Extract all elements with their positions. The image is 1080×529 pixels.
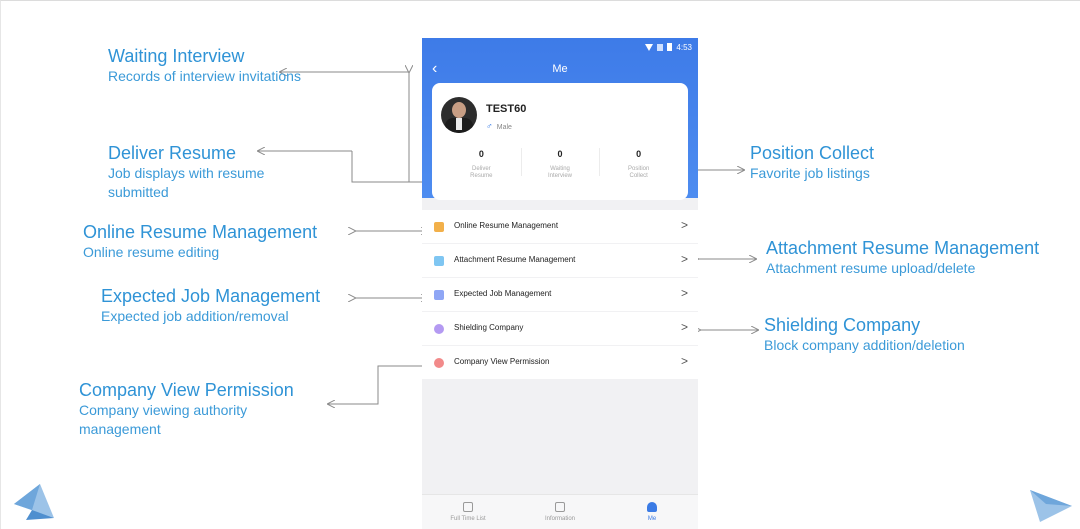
page-title: Me	[552, 63, 568, 75]
menu-item-label: Expected Job Management	[454, 289, 552, 298]
stat-label-line2: Interview	[548, 173, 573, 179]
annotation-desc: Online resume editing	[83, 244, 220, 260]
annotation-title: Deliver Resume	[108, 143, 237, 163]
stat-label-line2: Resume	[470, 173, 493, 179]
bottom-tab-bar: Full Time List Information Me	[422, 494, 698, 529]
annotation-desc: Favorite job listings	[750, 165, 870, 181]
annotation-title: Company View Permission	[79, 380, 294, 400]
stat-label-line1: Waiting	[550, 166, 570, 172]
annotation-deliver-resume: Deliver Resume Job displays with resume …	[108, 143, 308, 202]
menu-item-online-resume[interactable]: Online Resume Management >	[422, 210, 698, 244]
tab-me[interactable]: Me	[606, 495, 698, 529]
annotation-desc: Records of interview invitations	[108, 68, 301, 84]
annotation-shielding-company: Shielding Company Block company addition…	[764, 315, 1014, 355]
annotation-desc: Attachment resume upload/delete	[766, 260, 976, 276]
signal-icon	[657, 43, 664, 51]
phone-screen: 4:53 ‹ Me TEST60 ♂ Male 0 Deliver Resume …	[422, 38, 698, 529]
chevron-right-icon: >	[680, 218, 688, 232]
profile-card: TEST60 ♂ Male 0 Deliver Resume 0 Waiting …	[432, 83, 688, 200]
stat-label-line1: Deliver	[472, 166, 491, 172]
document-icon	[434, 222, 444, 232]
annotation-title: Attachment Resume Management	[766, 238, 1040, 258]
stat-waiting-interview[interactable]: 0 Waiting Interview	[520, 146, 600, 180]
menu-item-company-view[interactable]: Company View Permission >	[422, 346, 698, 380]
attachment-icon	[434, 256, 444, 266]
annotation-attachment-resume: Attachment Resume Management Attachment …	[766, 238, 1076, 278]
stat-position-collect[interactable]: 0 Position Collect	[599, 146, 678, 180]
male-icon: ♂	[486, 121, 493, 131]
chevron-right-icon: >	[680, 286, 688, 300]
chevron-right-icon: >	[680, 320, 688, 334]
chevron-right-icon: >	[680, 354, 688, 368]
gender-label: Male	[496, 124, 512, 131]
person-icon	[647, 502, 657, 512]
stat-value: 0	[636, 149, 642, 159]
shield-icon	[434, 324, 444, 334]
annotation-title: Waiting Interview	[108, 46, 245, 66]
target-icon	[434, 290, 444, 300]
chevron-right-icon: >	[680, 252, 688, 266]
annotation-online-resume: Online Resume Management Online resume e…	[83, 222, 353, 262]
annotation-waiting-interview: Waiting Interview Records of interview i…	[108, 46, 308, 86]
annotation-desc: Job displays with resume submitted	[108, 165, 265, 200]
eye-icon	[434, 358, 444, 368]
menu-list: Online Resume Management > Attachment Re…	[422, 210, 698, 380]
stat-value: 0	[557, 149, 563, 159]
stat-label-line2: Collect	[629, 173, 648, 179]
status-bar: 4:53	[645, 41, 692, 53]
status-time: 4:53	[676, 42, 692, 52]
tab-label: Full Time List	[450, 516, 486, 522]
tab-information[interactable]: Information	[514, 495, 606, 529]
battery-icon	[667, 43, 673, 51]
annotation-title: Expected Job Management	[101, 286, 321, 306]
stat-deliver-resume[interactable]: 0 Deliver Resume	[442, 146, 521, 180]
stat-value: 0	[478, 149, 484, 159]
tab-label: Information	[544, 516, 575, 522]
menu-item-attachment-resume[interactable]: Attachment Resume Management >	[422, 244, 698, 278]
annotation-expected-job: Expected Job Management Expected job add…	[101, 286, 361, 326]
annotation-position-collect: Position Collect Favorite job listings	[750, 143, 970, 183]
annotation-title: Shielding Company	[764, 315, 921, 335]
avatar[interactable]	[441, 97, 477, 133]
wifi-icon	[645, 43, 654, 51]
menu-item-shielding-company[interactable]: Shielding Company >	[422, 312, 698, 346]
menu-item-label: Company View Permission	[454, 357, 550, 366]
annotation-company-view: Company View Permission Company viewing …	[79, 380, 294, 439]
menu-item-label: Online Resume Management	[454, 221, 559, 230]
monitor-icon	[463, 502, 473, 512]
annotation-title: Position Collect	[750, 143, 875, 163]
annotation-desc: Block company addition/deletion	[764, 337, 965, 353]
menu-item-label: Attachment Resume Management	[454, 255, 576, 264]
user-name: TEST60	[486, 103, 527, 115]
menu-item-expected-job[interactable]: Expected Job Management >	[422, 278, 698, 312]
menu-item-label: Shielding Company	[454, 323, 524, 332]
stats-row: 0 Deliver Resume 0 Waiting Interview 0 P…	[442, 146, 678, 180]
stat-label-line1: Position	[628, 166, 650, 172]
annotation-title: Online Resume Management	[83, 222, 318, 242]
corner-triangle-right-icon	[1030, 490, 1072, 522]
tab-label: Me	[647, 516, 657, 522]
annotation-desc: Company viewing authority management	[79, 402, 248, 437]
news-icon	[555, 502, 565, 512]
user-gender: ♂ Male	[486, 121, 512, 131]
corner-triangle-left-icon	[14, 484, 54, 520]
tab-full-time-list[interactable]: Full Time List	[422, 495, 514, 529]
annotation-desc: Expected job addition/removal	[101, 308, 289, 324]
